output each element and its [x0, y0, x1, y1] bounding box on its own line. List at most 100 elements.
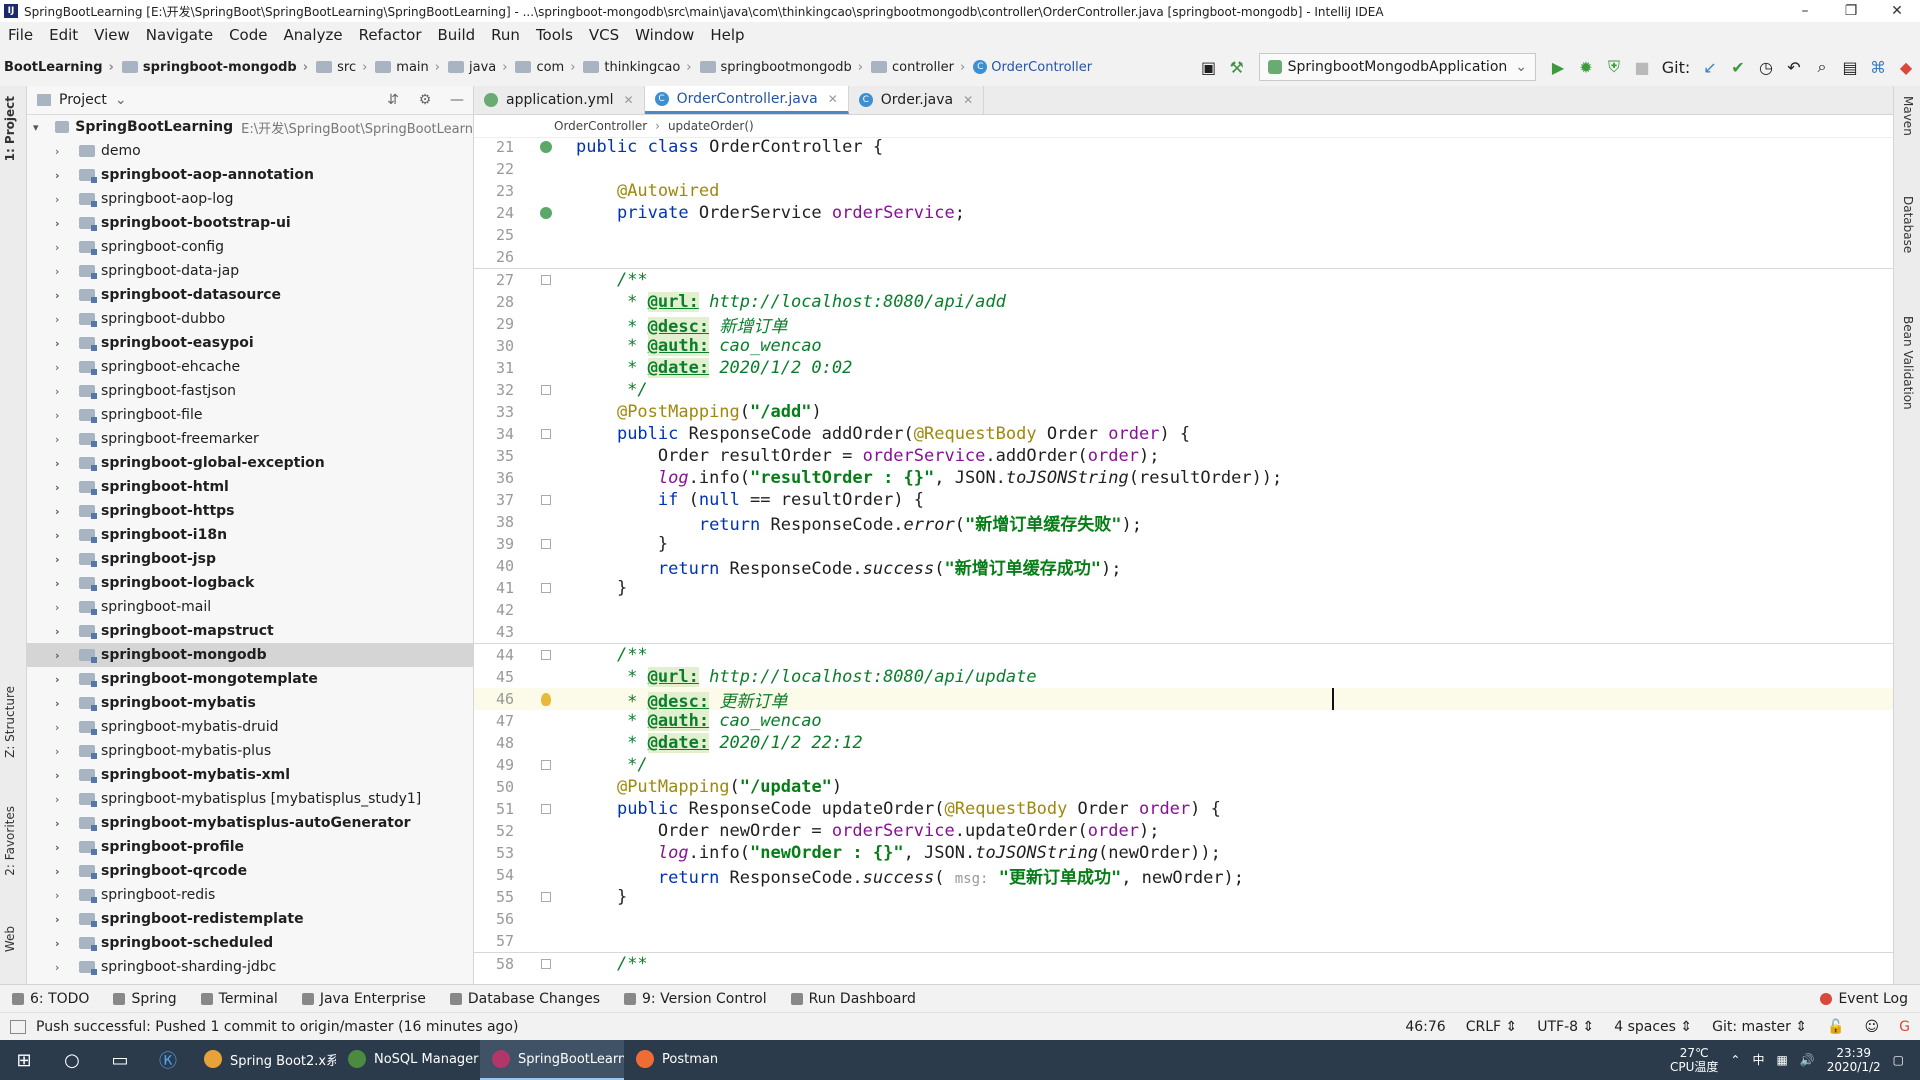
chevron-right-icon[interactable]: ›	[55, 553, 71, 566]
tree-item[interactable]: › springboot-mongodb	[27, 643, 473, 667]
fold-icon[interactable]	[541, 760, 551, 770]
tool-window-button[interactable]: Spring	[101, 991, 188, 1007]
code-line[interactable]: 37 if (null == resultOrder) {	[474, 489, 1893, 511]
code-line[interactable]: 45 * @url: http://localhost:8080/api/upd…	[474, 666, 1893, 688]
editor-tab[interactable]: C OrderController.java ✕	[644, 86, 849, 114]
code-line[interactable]: 44 /**	[474, 644, 1893, 666]
code-text[interactable]: }	[568, 887, 627, 907]
code-text[interactable]: if (null == resultOrder) {	[568, 490, 924, 510]
code-text[interactable]: * @desc: 新增订单	[568, 312, 787, 337]
chevron-right-icon[interactable]: ›	[55, 289, 71, 302]
tree-item[interactable]: › springboot-logback	[27, 571, 473, 595]
chevron-right-icon[interactable]: ›	[55, 817, 71, 830]
line-number[interactable]: 56	[474, 910, 524, 928]
chevron-right-icon[interactable]: ›	[55, 745, 71, 758]
search-icon[interactable]: ⌕	[1808, 53, 1836, 81]
chevron-right-icon[interactable]: ›	[55, 385, 71, 398]
menu-refactor[interactable]: Refactor	[351, 26, 430, 44]
network-icon[interactable]: ▦	[1770, 1053, 1793, 1067]
code-text[interactable]: private OrderService orderService;	[568, 203, 965, 223]
k-app-icon[interactable]: Ⓚ	[144, 1047, 192, 1073]
task-view-icon[interactable]: ▭	[96, 1050, 144, 1071]
code-line[interactable]: 46 * @desc: 更新订单	[474, 687, 1893, 712]
breadcrumb-class[interactable]: OrderController	[554, 119, 647, 133]
code-line[interactable]: 58 /**	[474, 953, 1893, 975]
line-number[interactable]: 41	[474, 579, 524, 597]
line-number[interactable]: 53	[474, 844, 524, 862]
event-log-button[interactable]: Event Log	[1808, 991, 1920, 1007]
chevron-right-icon[interactable]: ›	[55, 721, 71, 734]
line-number[interactable]: 29	[474, 315, 524, 333]
code-text[interactable]: @PutMapping("/update")	[568, 777, 842, 797]
hide-panel-icon[interactable]: —	[441, 92, 473, 108]
taskbar-app[interactable]: NoSQL Manager ...	[336, 1040, 480, 1080]
line-number[interactable]: 30	[474, 337, 524, 355]
cortana-search-icon[interactable]: ○	[48, 1050, 96, 1071]
windows-start-icon[interactable]: ⊞	[0, 1050, 48, 1071]
fold-icon[interactable]	[541, 429, 551, 439]
code-text[interactable]: }	[568, 578, 627, 598]
chevron-right-icon[interactable]: ›	[55, 673, 71, 686]
tool-tab-favorites[interactable]: 2: Favorites	[3, 806, 17, 876]
code-text[interactable]: /**	[568, 645, 648, 665]
tree-item[interactable]: › springboot-sharding-jdbc	[27, 955, 473, 979]
taskbar-app[interactable]: Postman	[624, 1040, 768, 1080]
tool-window-button[interactable]: 9: Version Control	[612, 991, 779, 1007]
code-text[interactable]: * @desc: 更新订单	[568, 687, 787, 712]
code-text[interactable]: @PostMapping("/add")	[568, 402, 822, 422]
taskbar-app[interactable]: Spring Boot2.x系...	[192, 1040, 336, 1080]
breadcrumb-method[interactable]: updateOrder()	[668, 119, 754, 133]
editor-tab[interactable]: application.yml ✕	[474, 86, 645, 114]
status-panel-icon[interactable]	[10, 1020, 26, 1034]
nav-crumb[interactable]: thinkingcao ›	[579, 60, 695, 75]
chevron-right-icon[interactable]: ›	[55, 457, 71, 470]
tree-item[interactable]: › springboot-qrcode	[27, 859, 473, 883]
tool-window-button[interactable]: Terminal	[189, 991, 290, 1007]
line-separator[interactable]: CRLF ⇕	[1456, 1019, 1528, 1035]
menu-analyze[interactable]: Analyze	[275, 26, 350, 44]
code-text[interactable]: log.info("resultOrder : {}", JSON.toJSON…	[568, 468, 1282, 488]
gutter[interactable]	[524, 429, 568, 439]
chevron-right-icon[interactable]: ›	[55, 529, 71, 542]
tool-tab-web[interactable]: Web	[3, 926, 17, 952]
tree-item[interactable]: › springboot-easypoi	[27, 331, 473, 355]
code-text[interactable]: public ResponseCode addOrder(@RequestBod…	[568, 424, 1190, 444]
fold-icon[interactable]	[541, 385, 551, 395]
chevron-right-icon[interactable]: ›	[55, 337, 71, 350]
gutter[interactable]	[524, 495, 568, 505]
editor-tab[interactable]: C Order.java ✕	[849, 86, 985, 114]
menu-view[interactable]: View	[86, 26, 138, 44]
git-rollback-icon[interactable]: ↶	[1780, 53, 1808, 81]
chevron-right-icon[interactable]: ›	[55, 913, 71, 926]
plugin-icon[interactable]: ◆	[1892, 53, 1920, 81]
code-line[interactable]: 23 @Autowired	[474, 180, 1893, 202]
line-number[interactable]: 23	[474, 182, 524, 200]
tool-window-button[interactable]: Run Dashboard	[779, 991, 928, 1007]
tree-item[interactable]: › springboot-mail	[27, 595, 473, 619]
google-icon[interactable]: G	[1889, 1019, 1920, 1035]
fold-icon[interactable]	[541, 275, 551, 285]
restore-button[interactable]: ❐	[1828, 3, 1874, 19]
code-line[interactable]: 24 private OrderService orderService;	[474, 202, 1893, 224]
code-text[interactable]: * @date: 2020/1/2 0:02	[568, 358, 852, 378]
line-number[interactable]: 35	[474, 447, 524, 465]
chevron-right-icon[interactable]: ›	[55, 841, 71, 854]
code-line[interactable]: 28 * @url: http://localhost:8080/api/add	[474, 291, 1893, 313]
line-number[interactable]: 50	[474, 778, 524, 796]
chevron-right-icon[interactable]: ›	[55, 889, 71, 902]
line-number[interactable]: 26	[474, 248, 524, 266]
clock[interactable]: 23:39 2020/1/2	[1821, 1046, 1887, 1074]
code-text[interactable]: public ResponseCode updateOrder(@Request…	[568, 799, 1221, 819]
code-line[interactable]: 54 return ResponseCode.success( msg: "更新…	[474, 864, 1893, 888]
code-text[interactable]: Order resultOrder = orderService.addOrde…	[568, 446, 1160, 466]
tree-item[interactable]: › springboot-html	[27, 475, 473, 499]
code-line[interactable]: 25	[474, 224, 1893, 246]
chevron-right-icon[interactable]: ›	[55, 697, 71, 710]
tree-item[interactable]: › springboot-mongotemplate	[27, 667, 473, 691]
code-text[interactable]: * @url: http://localhost:8080/api/update	[568, 667, 1037, 687]
code-line[interactable]: 55 }	[474, 886, 1893, 908]
chevron-right-icon[interactable]: ›	[55, 313, 71, 326]
menu-window[interactable]: Window	[627, 26, 702, 44]
tree-item[interactable]: › springboot-data-jap	[27, 259, 473, 283]
line-number[interactable]: 33	[474, 403, 524, 421]
